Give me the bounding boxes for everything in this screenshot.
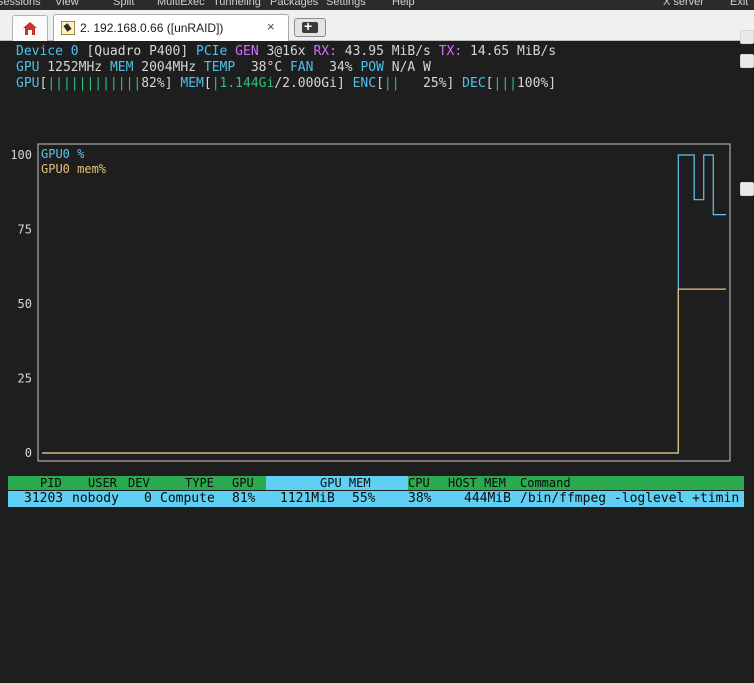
mem-clock-label: MEM: [109, 60, 134, 75]
pin-icon[interactable]: [740, 54, 754, 68]
series-line-gpu-util: [42, 154, 726, 454]
menu-bar: Sessions View Split MultiExec Tunneling …: [0, 0, 754, 10]
temp-label: TEMP: [203, 60, 236, 75]
y-tick-label: 75: [18, 223, 32, 237]
row-host-mem: 444MiB: [464, 491, 511, 506]
device-name: [Quadro P400]: [86, 44, 189, 59]
y-tick-label: 100: [10, 148, 32, 162]
row-pid: 31203: [24, 491, 64, 506]
row-gpu: 81%: [232, 491, 256, 506]
mem-clock-value: 2004MHz: [133, 60, 204, 75]
y-axis-ticks: 100 75 50 25 0: [10, 148, 32, 460]
col-gpu-mem[interactable]: GPU MEM: [320, 476, 371, 490]
mem-bar-close: ]: [336, 76, 345, 91]
menu-help[interactable]: Help: [392, 0, 415, 8]
row-user: nobody: [72, 491, 119, 506]
terminal[interactable]: Device 0 [Quadro P400] PCIe GEN 3@16x RX…: [0, 41, 744, 507]
menu-split[interactable]: Split: [113, 0, 134, 8]
menu-exit[interactable]: Exit: [730, 0, 748, 8]
enc-bar-value: 25%: [399, 76, 447, 91]
enc-bar-open: [: [376, 76, 384, 91]
menu-x-server[interactable]: X server: [663, 0, 704, 8]
tx-label: TX:: [438, 44, 463, 59]
fan-value: 34%: [313, 60, 361, 75]
temp-value: 38°C: [235, 60, 290, 75]
row-gpu-mem-pct: 55%: [352, 491, 376, 506]
col-dev[interactable]: DEV: [128, 476, 150, 490]
tab-close-icon[interactable]: ×: [267, 19, 275, 34]
menu-packages[interactable]: Packages: [270, 0, 318, 8]
mem-bar-label: MEM: [172, 76, 204, 91]
menu-tunneling[interactable]: Tunneling: [213, 0, 261, 8]
gpu-bar-label: GPU: [16, 76, 40, 91]
menu-sessions[interactable]: Sessions: [0, 0, 41, 8]
tab-title: 2. 192.168.0.66 ([unRAID]): [80, 21, 224, 35]
y-tick-label: 50: [18, 297, 32, 311]
legend-gpu-util: GPU0 %: [41, 147, 85, 161]
plus-icon: +: [304, 18, 313, 34]
mem-bar-value: /2.000Gi: [274, 76, 337, 91]
mem-bar-open: [: [203, 76, 212, 91]
row-cpu: 38%: [408, 491, 432, 506]
menu-settings[interactable]: Settings: [326, 0, 366, 8]
dec-bar-close: ]: [548, 76, 557, 91]
power-label: POW: [360, 60, 384, 75]
tab-session[interactable]: 2. 192.168.0.66 ([unRAID]) ×: [53, 14, 289, 41]
fan-label: FAN: [289, 60, 314, 75]
legend-gpu-mem: GPU0 mem%: [41, 162, 107, 176]
gpu-clock-value: 1252MHz: [39, 60, 110, 75]
dec-bar-label: DEC: [454, 76, 486, 91]
mem-bar-fill: |1.144Gi: [211, 76, 275, 91]
new-tab-button[interactable]: +: [294, 18, 326, 37]
gpu-clock-label: GPU: [16, 60, 40, 75]
col-type[interactable]: TYPE: [185, 476, 214, 490]
power-value: N/A W: [383, 60, 431, 75]
menu-view[interactable]: View: [55, 0, 79, 8]
fullscreen-icon[interactable]: [740, 30, 754, 44]
gen-label: GEN: [235, 44, 259, 59]
gen-value: 3@16x: [258, 44, 314, 59]
col-pid[interactable]: PID: [40, 476, 62, 490]
row-gpu-mem: 1121MiB: [280, 491, 335, 506]
process-table-header: PID USER DEV TYPE GPU GPU MEM CPU HOST M…: [8, 476, 744, 490]
tx-value: 14.65 MiB/s: [462, 44, 557, 59]
ssh-session-icon: [61, 21, 75, 35]
chart-frame: [37, 143, 731, 462]
col-user[interactable]: USER: [88, 476, 117, 490]
menu-multiexec[interactable]: MultiExec: [157, 0, 205, 8]
row-command: /bin/ffmpeg -loglevel +timin: [520, 491, 740, 506]
y-tick-label: 25: [18, 372, 32, 386]
row-dev: 0: [144, 491, 152, 506]
dec-bar-value: 100%: [516, 76, 549, 91]
dec-bar-open: [: [485, 76, 494, 91]
chart-series: [42, 154, 726, 454]
enc-bar-fill: ||: [383, 76, 400, 91]
gpu-bar-fill: ||||||||||||: [47, 76, 142, 91]
device-prefix: Device 0: [16, 44, 87, 59]
utilization-chart: 100 75 50 25 0 GPU0 % GPU0 mem%: [10, 143, 731, 462]
home-icon: [23, 22, 37, 35]
stats-line: GPU 1252MHz MEM 2004MHz TEMP 38°C FAN 34…: [16, 60, 431, 77]
rx-value: 43.95 MiB/s: [336, 44, 439, 59]
gpu-bar-value: 82%: [141, 76, 165, 91]
col-cpu[interactable]: CPU: [408, 476, 430, 490]
usage-bars-line: GPU[||||||||||||82%] MEM[|1.144Gi/2.000G…: [16, 76, 556, 93]
tab-bar: 2. 192.168.0.66 ([unRAID]) × +: [0, 10, 754, 41]
rx-label: RX:: [313, 44, 337, 59]
col-command[interactable]: Command: [520, 476, 571, 490]
device-line: Device 0 [Quadro P400] PCIe GEN 3@16x RX…: [16, 44, 556, 61]
y-tick-label: 0: [25, 446, 32, 460]
side-toolbar: [738, 22, 754, 202]
series-line-gpu-mem: [42, 288, 726, 454]
dec-bar-fill: |||: [493, 76, 517, 91]
gpu-bar-close: ]: [164, 76, 173, 91]
col-host-mem[interactable]: HOST MEM: [448, 476, 506, 490]
row-type: Compute: [160, 491, 215, 506]
settings-icon[interactable]: [740, 182, 754, 196]
process-row[interactable]: 31203 nobody 0 Compute 81% 1121MiB 55% 3…: [8, 491, 744, 507]
col-gpu[interactable]: GPU: [232, 476, 254, 490]
enc-bar-label: ENC: [344, 76, 377, 91]
pcie-label: PCIe: [196, 44, 228, 59]
home-tab-button[interactable]: [12, 15, 48, 41]
